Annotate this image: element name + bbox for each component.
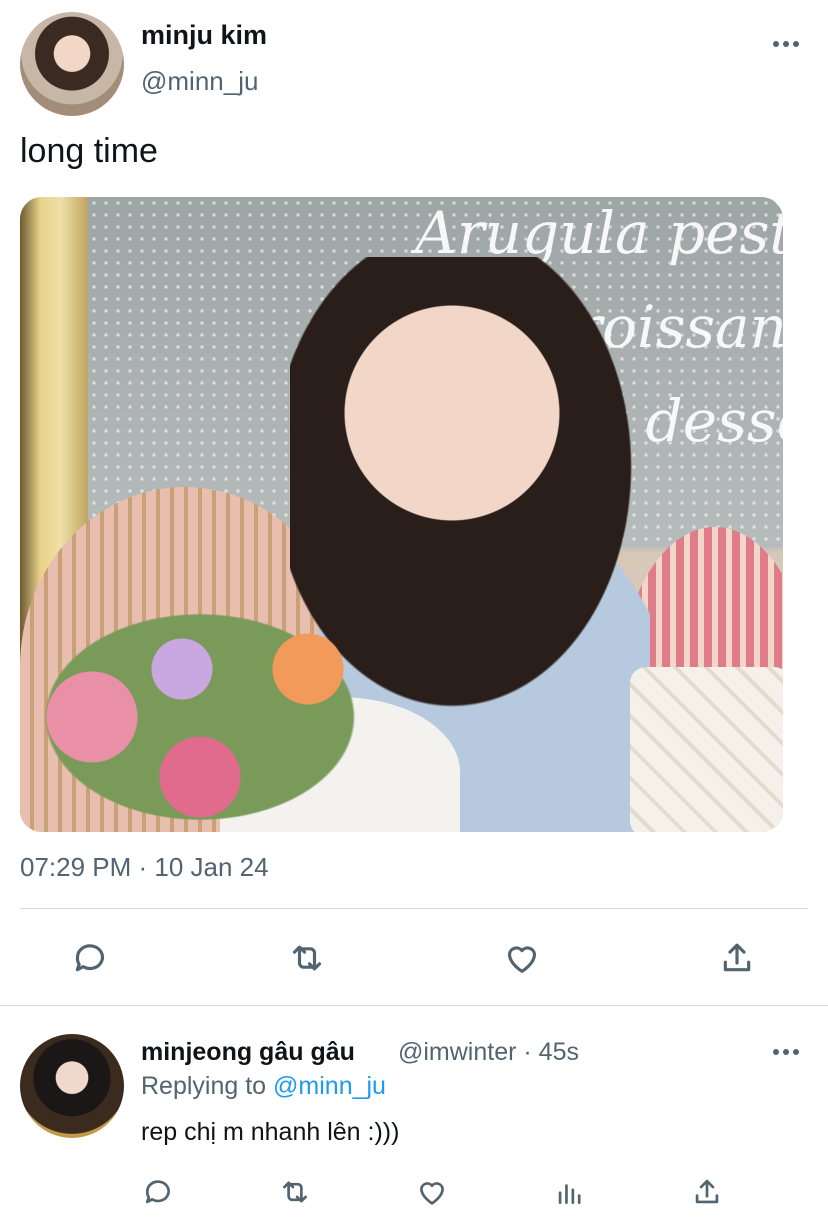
more-options-icon[interactable] [768, 26, 804, 62]
tweet-timestamp[interactable]: 07:29 PM · 10 Jan 24 [20, 852, 269, 883]
reply-author-display-name[interactable]: minjeong gâu gâu [141, 1038, 355, 1067]
retweet-icon[interactable] [282, 933, 332, 983]
replying-to-mention[interactable]: @minn_ju [273, 1072, 386, 1100]
reply-text: rep chị m nhanh lên :))) [141, 1118, 400, 1146]
reply-author-avatar[interactable] [20, 1034, 124, 1138]
divider [20, 908, 808, 909]
share-icon[interactable] [712, 933, 762, 983]
replying-to-line: Replying to @minn_ju [141, 1072, 386, 1101]
reply-icon[interactable] [133, 1167, 183, 1217]
analytics-icon[interactable] [545, 1167, 595, 1217]
author-display-name[interactable]: minju kim [141, 20, 267, 51]
tweet-photo[interactable]: Arugula pest Croissan Fruit desse [20, 197, 783, 832]
reply-more-options-icon[interactable] [768, 1034, 804, 1070]
divider [0, 1005, 828, 1006]
author-avatar[interactable] [20, 12, 124, 116]
like-icon[interactable] [497, 933, 547, 983]
reply-handle-and-time[interactable]: @imwinter · 45s [398, 1038, 579, 1067]
author-handle[interactable]: @minn_ju [141, 66, 258, 97]
share-icon[interactable] [682, 1167, 732, 1217]
retweet-icon[interactable] [270, 1167, 320, 1217]
reply-icon[interactable] [65, 933, 115, 983]
replying-to-label: Replying to [141, 1072, 267, 1100]
tweet-text: long time [20, 132, 158, 170]
like-icon[interactable] [407, 1167, 457, 1217]
